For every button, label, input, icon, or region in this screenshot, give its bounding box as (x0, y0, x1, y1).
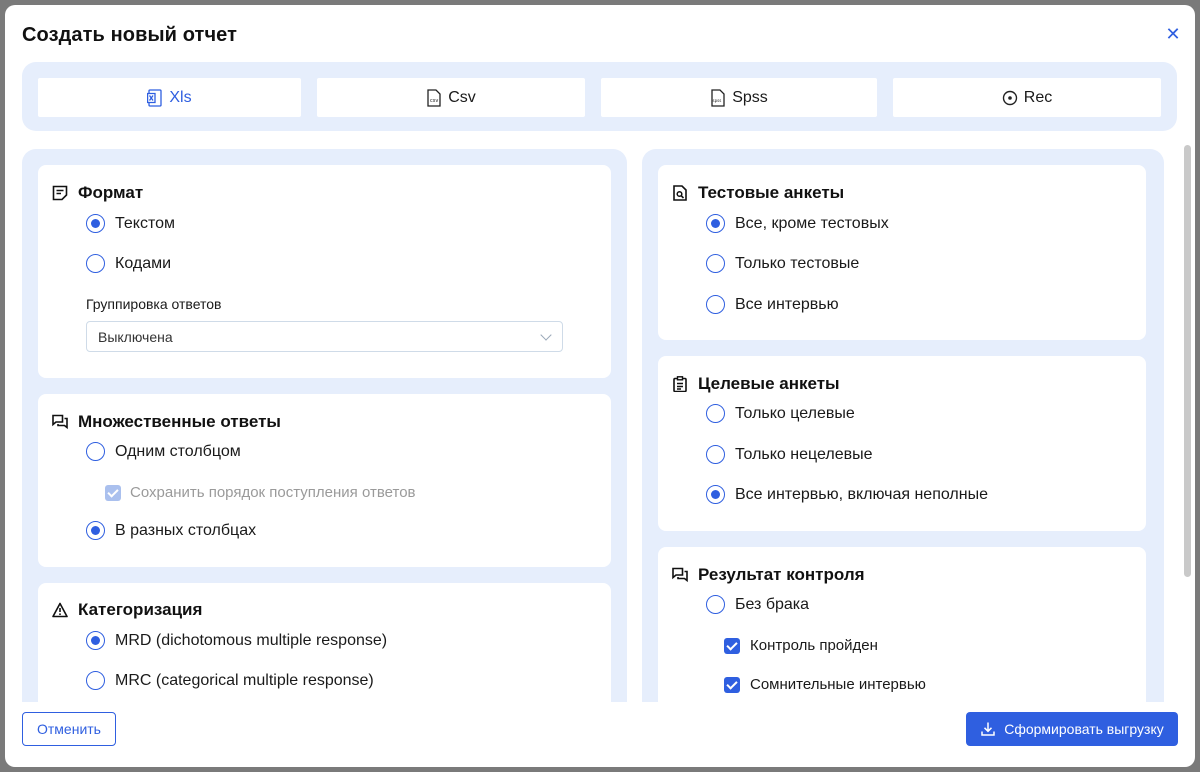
tab-label: Spss (732, 88, 768, 106)
note-icon (52, 185, 68, 201)
tab-label: Csv (448, 88, 476, 106)
target-option-all[interactable]: Все интервью, включая неполные (706, 485, 988, 504)
dialog-header: Создать новый отчет ✕ (5, 5, 1195, 62)
control-result-title: Результат контроля (672, 565, 865, 585)
svg-text:spss: spss (713, 98, 722, 103)
right-column: Тестовые анкеты Все, кроме тестовых Толь… (642, 149, 1164, 702)
scrollbar[interactable] (1184, 145, 1191, 577)
target-icon (1002, 90, 1017, 105)
warning-icon (52, 602, 68, 618)
tab-csv[interactable]: csv Csv (317, 78, 585, 117)
checkbox-checked[interactable] (724, 676, 740, 693)
categorization-title: Категоризация (52, 600, 202, 620)
radio[interactable] (706, 404, 725, 423)
search-document-icon (673, 185, 687, 201)
clipboard-icon (673, 376, 687, 392)
test-questionnaires-card: Тестовые анкеты Все, кроме тестовых Толь… (658, 165, 1146, 340)
control-result-card: Результат контроля Без брака Контроль пр… (658, 547, 1146, 702)
multiple-answers-title: Множественные ответы (52, 412, 281, 432)
format-option-text[interactable]: Текстом (86, 214, 175, 233)
radio-selected[interactable] (86, 214, 105, 233)
chat-icon (672, 567, 688, 583)
target-questionnaires-title: Целевые анкеты (672, 374, 840, 394)
control-check-passed[interactable]: Контроль пройден (724, 637, 878, 654)
tab-rec[interactable]: Rec (893, 78, 1161, 117)
grouping-select[interactable]: Выключена (86, 321, 563, 352)
dialog-title: Создать новый отчет (22, 24, 238, 46)
radio[interactable] (86, 442, 105, 461)
chat-icon (52, 414, 68, 430)
generate-export-button[interactable]: Сформировать выгрузку (966, 712, 1178, 746)
radio-selected[interactable] (86, 631, 105, 650)
tab-xls[interactable]: Xls (38, 78, 301, 117)
radio[interactable] (706, 595, 725, 614)
download-icon (981, 722, 995, 736)
target-option-only[interactable]: Только целевые (706, 404, 855, 423)
radio-selected[interactable] (706, 214, 725, 233)
test-option-all[interactable]: Все интервью (706, 295, 839, 314)
radio[interactable] (706, 445, 725, 464)
test-option-except[interactable]: Все, кроме тестовых (706, 214, 889, 233)
format-title: Формат (52, 183, 143, 203)
multiple-option-separate[interactable]: В разных столбцах (86, 521, 256, 540)
tab-label: Rec (1023, 88, 1053, 106)
format-option-codes[interactable]: Кодами (86, 254, 171, 273)
format-card: Формат Текстом Кодами Группировка ответо… (38, 165, 611, 378)
svg-text:csv: csv (430, 98, 438, 104)
chevron-down-icon (540, 329, 552, 341)
csv-file-icon: csv (427, 88, 441, 107)
target-option-non-target[interactable]: Только нецелевые (706, 445, 872, 464)
left-column: Формат Текстом Кодами Группировка ответо… (22, 149, 627, 702)
cancel-button[interactable]: Отменить (22, 712, 116, 746)
multiple-answers-card: Множественные ответы Одним столбцом Сохр… (38, 394, 611, 567)
test-questionnaires-title: Тестовые анкеты (672, 183, 844, 203)
categorization-option-mrd[interactable]: MRD (dichotomous multiple response) (86, 631, 387, 650)
multiple-option-one-column[interactable]: Одним столбцом (86, 442, 241, 461)
radio-selected[interactable] (86, 521, 105, 540)
tab-label: Xls (169, 88, 192, 106)
test-option-only[interactable]: Только тестовые (706, 254, 859, 273)
excel-file-icon (147, 88, 163, 107)
settings-area: Формат Текстом Кодами Группировка ответо… (22, 149, 1177, 702)
categorization-card: Категоризация MRD (dichotomous multiple … (38, 583, 611, 702)
control-check-doubtful[interactable]: Сомнительные интервью (724, 676, 926, 693)
checkbox-disabled[interactable] (105, 484, 121, 501)
tab-spss[interactable]: spss Spss (601, 78, 877, 117)
format-tabs: Xls csv Csv spss Spss Rec (22, 62, 1177, 131)
control-option-no-defect[interactable]: Без брака (706, 595, 809, 614)
categorization-option-mrc[interactable]: MRC (categorical multiple response) (86, 671, 374, 690)
radio[interactable] (706, 295, 725, 314)
close-icon[interactable]: ✕ (1165, 25, 1181, 43)
grouping-label: Группировка ответов (86, 296, 222, 312)
spss-file-icon: spss (711, 88, 725, 107)
radio[interactable] (706, 254, 725, 273)
radio-selected[interactable] (706, 485, 725, 504)
create-report-dialog: Создать новый отчет ✕ Xls csv Csv spss S… (5, 5, 1195, 767)
radio[interactable] (86, 671, 105, 690)
target-questionnaires-card: Целевые анкеты Только целевые Только нец… (658, 356, 1146, 531)
radio[interactable] (86, 254, 105, 273)
keep-order-checkbox[interactable]: Сохранить порядок поступления ответов (105, 484, 416, 501)
checkbox-checked[interactable] (724, 637, 740, 654)
